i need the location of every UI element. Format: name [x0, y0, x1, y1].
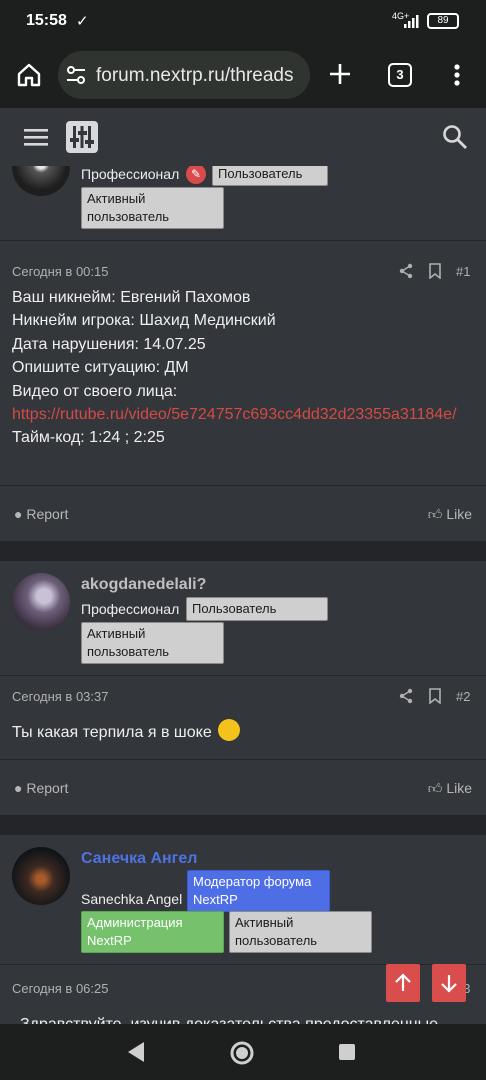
- back-icon[interactable]: [126, 1041, 146, 1063]
- forum-logo[interactable]: [66, 121, 98, 153]
- scroll-up-button[interactable]: [386, 964, 420, 1002]
- thread-content[interactable]: Профессионал ✎ Пользователь Активный пол…: [0, 166, 486, 1024]
- report-label: Report: [26, 780, 69, 796]
- report-button[interactable]: ● Report: [14, 506, 68, 522]
- body-line: Видео от своего лица:: [12, 382, 178, 400]
- username[interactable]: akogdanedelali?: [81, 576, 206, 594]
- site-settings-icon[interactable]: [66, 66, 86, 84]
- avatar[interactable]: [12, 166, 70, 196]
- search-icon[interactable]: [442, 124, 468, 150]
- post-number[interactable]: #1: [456, 264, 470, 279]
- badge-moderator: Модератор форума NextRP: [187, 870, 330, 912]
- post-date[interactable]: Сегодня в 06:25: [12, 981, 108, 996]
- like-label: Like: [446, 506, 472, 522]
- like-button[interactable]: 👍︎ Like: [428, 780, 472, 797]
- browser-toolbar: forum.nextrp.ru/threads 3: [0, 44, 486, 108]
- body-line: Никнейм игрока: Шахид Мединский: [12, 312, 276, 330]
- post-3-userblock: Санечка Ангел Sanechka Angel Модератор ф…: [0, 835, 486, 965]
- system-nav-bar: [0, 1024, 486, 1080]
- post-1-footer: ● Report 👍︎ Like: [0, 485, 486, 541]
- post-2: akogdanedelali? Профессионал Пользовател…: [0, 561, 486, 815]
- status-time: 15:58: [26, 12, 67, 29]
- badge-user: Пользователь: [212, 166, 328, 186]
- arrow-down-icon: [441, 975, 457, 993]
- report-icon: ●: [14, 780, 23, 796]
- post-1: Профессионал ✎ Пользователь Активный пол…: [0, 166, 486, 541]
- thumbs-up-icon: 👍︎: [427, 780, 443, 796]
- post-2-footer: ● Report 👍︎ Like: [0, 759, 486, 815]
- bookmark-icon[interactable]: [428, 263, 442, 279]
- video-link[interactable]: https://rutube.ru/video/5e724757c693cc4d…: [12, 406, 457, 423]
- status-bar: 15:58 ✓ 4G+ 89: [0, 0, 486, 44]
- badge-active-user: Активный пользователь: [229, 911, 372, 953]
- avatar[interactable]: [12, 573, 70, 631]
- body-text: Ты какая терпила я в шоке: [12, 724, 212, 741]
- address-bar[interactable]: forum.nextrp.ru/threads: [58, 51, 310, 99]
- scroll-down-button[interactable]: [432, 964, 466, 1002]
- user-title: Профессионал: [81, 166, 180, 182]
- report-label: Report: [26, 506, 69, 522]
- like-button[interactable]: 👍︎ Like: [428, 506, 472, 523]
- post-1-userblock: Профессионал ✎ Пользователь Активный пол…: [0, 166, 486, 241]
- post-number[interactable]: #2: [456, 689, 470, 704]
- post-date[interactable]: Сегодня в 03:37: [12, 689, 108, 704]
- signal-icon: [404, 15, 419, 28]
- home-icon[interactable]: [16, 62, 42, 88]
- laughing-emoji-icon: [218, 719, 241, 741]
- avatar[interactable]: [12, 847, 70, 905]
- thumbs-up-icon: 👍︎: [427, 506, 443, 522]
- badge-active-user: Активный пользователь: [81, 622, 224, 664]
- rank-icon: ✎: [186, 166, 206, 184]
- user-title: Профессионал: [81, 601, 180, 617]
- post-body: Здравствуйте, изучив доказательства пред…: [20, 1013, 480, 1024]
- menu-icon[interactable]: [24, 128, 48, 146]
- recents-icon[interactable]: [338, 1043, 356, 1061]
- body-line: Ваш никнейм: Евгений Пахомов: [12, 289, 251, 306]
- share-icon[interactable]: [398, 263, 414, 279]
- body-text: Здравствуйте, изучив доказательства пред…: [20, 1016, 438, 1024]
- report-button[interactable]: ● Report: [14, 780, 68, 796]
- battery-icon: 89: [427, 13, 459, 29]
- badge-active-user: Активный пользователь: [81, 187, 224, 229]
- username[interactable]: Санечка Ангел: [81, 850, 197, 868]
- post-2-userblock: akogdanedelali? Профессионал Пользовател…: [0, 561, 486, 676]
- tab-switcher-button[interactable]: 3: [388, 63, 412, 87]
- report-icon: ●: [14, 506, 23, 522]
- body-line: Тайм-код: 1:24 ; 2:25: [12, 429, 165, 447]
- new-tab-icon[interactable]: [328, 62, 352, 86]
- user-title: Sanechka Angel: [81, 891, 183, 907]
- like-label: Like: [446, 780, 472, 796]
- badge-user: Пользователь: [186, 597, 328, 621]
- arrow-up-icon: [395, 973, 411, 991]
- bookmark-icon[interactable]: [428, 688, 442, 704]
- post-body: Ты какая терпила я в шоке: [12, 719, 472, 744]
- post-body: Ваш никнейм: Евгений Пахомов Никнейм игр…: [12, 286, 472, 450]
- home-nav-icon[interactable]: [229, 1040, 255, 1066]
- body-line: Опишите ситуацию: ДМ: [12, 359, 189, 377]
- forum-header: [0, 108, 486, 166]
- badge-administration: Администрация NextRP: [81, 911, 224, 953]
- check-icon: ✓: [76, 13, 89, 30]
- tab-count: 3: [396, 67, 404, 82]
- battery-level: 89: [437, 15, 449, 26]
- post-date[interactable]: Сегодня в 00:15: [12, 264, 108, 279]
- more-menu-icon[interactable]: [454, 64, 460, 86]
- body-line: Дата нарушения: 14.07.25: [12, 335, 206, 353]
- share-icon[interactable]: [398, 688, 414, 704]
- url-text: forum.nextrp.ru/threads: [96, 65, 294, 86]
